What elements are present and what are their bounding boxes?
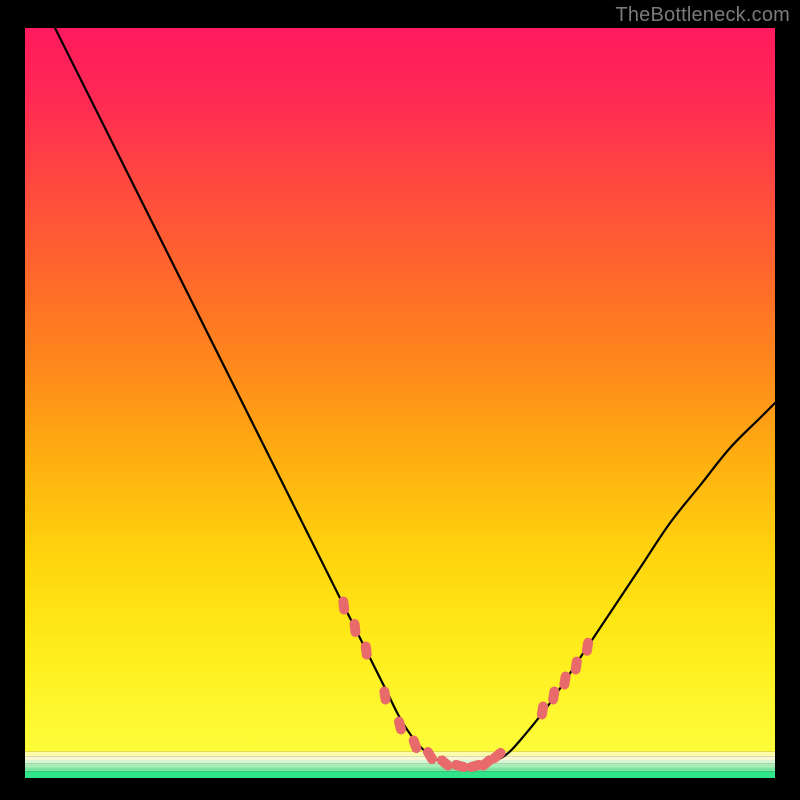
band-main-gradient [25, 28, 775, 752]
chart-stage: TheBottleneck.com [0, 0, 800, 800]
watermark-text: TheBottleneck.com [615, 4, 790, 27]
band-pale-yellow [25, 752, 775, 757]
band-mint-1 [25, 760, 775, 764]
band-mint-3 [25, 768, 775, 772]
band-mint-2 [25, 764, 775, 768]
chart-svg [0, 0, 800, 800]
band-green [25, 771, 775, 778]
band-cream [25, 756, 775, 760]
